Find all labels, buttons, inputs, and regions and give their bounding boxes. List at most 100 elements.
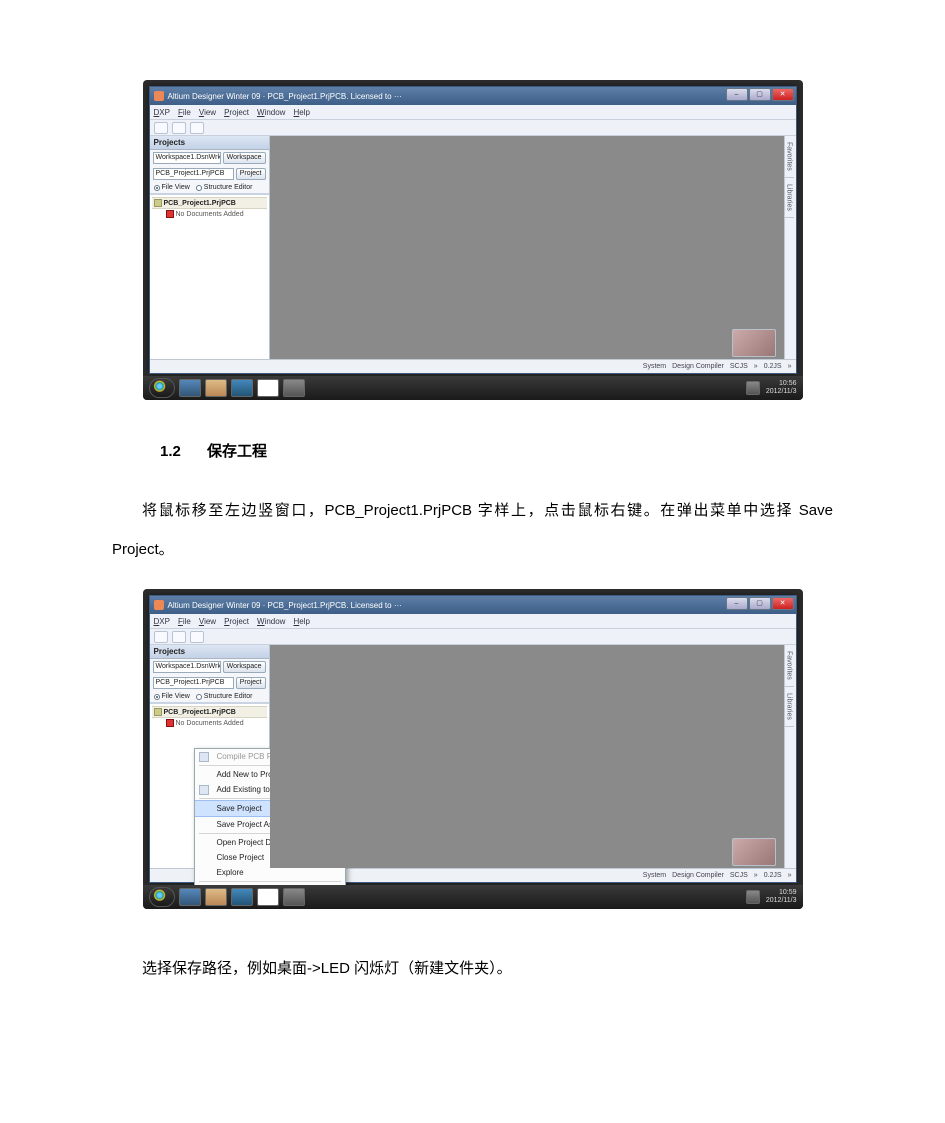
- projects-panel: Projects Workspace1.DsnWrk Workspace PCB…: [150, 645, 270, 868]
- taskbar-app-icon[interactable]: [283, 888, 305, 906]
- project-combo[interactable]: PCB_Project1.PrjPCB: [153, 677, 234, 689]
- close-button[interactable]: ✕: [772, 88, 794, 101]
- toolbar-new-icon[interactable]: [154, 631, 168, 643]
- workspace-button[interactable]: Workspace: [223, 152, 266, 164]
- view-radio-group: File View Structure Editor: [150, 691, 269, 703]
- radio-structure-editor[interactable]: Structure Editor: [196, 184, 253, 191]
- start-button[interactable]: [149, 378, 175, 398]
- taskbar-clock[interactable]: 10:56 2012/11/3: [766, 380, 797, 396]
- radio-structure-editor[interactable]: Structure Editor: [196, 693, 253, 700]
- window-title: Altium Designer Winter 09 · PCB_Project1…: [168, 601, 402, 610]
- app-icon: [154, 91, 164, 101]
- start-button[interactable]: [149, 887, 175, 907]
- taskbar-ie-icon[interactable]: [179, 888, 201, 906]
- toolbar-new-icon[interactable]: [154, 122, 168, 134]
- tree-child: No Documents Added: [152, 718, 267, 728]
- maximize-button[interactable]: ▢: [749, 597, 771, 610]
- view-radio-group: File View Structure Editor: [150, 182, 269, 194]
- toolbar: [150, 629, 796, 645]
- workspace-button[interactable]: Workspace: [223, 661, 266, 673]
- screenshot-2: Altium Designer Winter 09 · PCB_Project1…: [143, 589, 803, 909]
- menu-view[interactable]: View: [199, 617, 216, 626]
- tree-child: No Documents Added: [152, 209, 267, 219]
- menu-help[interactable]: Help: [293, 617, 309, 626]
- taskbar-app-icon[interactable]: [283, 379, 305, 397]
- taskbar-explorer-icon[interactable]: [205, 888, 227, 906]
- vtab-libraries[interactable]: Libraries: [785, 178, 794, 218]
- project-combo[interactable]: PCB_Project1.PrjPCB: [153, 168, 234, 180]
- project-button[interactable]: Project: [236, 677, 266, 689]
- close-button[interactable]: ✕: [772, 597, 794, 610]
- taskbar-qq-icon[interactable]: [257, 379, 279, 397]
- status-scjs[interactable]: SCJS: [730, 363, 748, 370]
- workspace-combo[interactable]: Workspace1.DsnWrk: [153, 152, 221, 164]
- status-design-compiler[interactable]: Design Compiler: [672, 872, 724, 879]
- radio-file-view[interactable]: File View: [154, 184, 190, 191]
- vtab-favorites[interactable]: Favorites: [785, 136, 794, 178]
- canvas-area: [270, 645, 796, 868]
- toolbar-save-icon[interactable]: [190, 631, 204, 643]
- menu-project[interactable]: Project: [224, 617, 249, 626]
- app-window: Altium Designer Winter 09 · PCB_Project1…: [149, 86, 797, 374]
- paragraph-1: 将鼠标移至左边竖窗口，PCB_Project1.PrjPCB 字样上，点击鼠标右…: [112, 491, 833, 569]
- window-buttons: – ▢ ✕: [726, 88, 794, 101]
- panel-title: Projects: [150, 136, 269, 150]
- taskbar-clock[interactable]: 10:59 2012/11/3: [766, 889, 797, 905]
- project-tree: PCB_Project1.PrjPCB No Documents Added: [150, 194, 269, 359]
- preview-thumb: [732, 838, 776, 866]
- toolbar-open-icon[interactable]: [172, 122, 186, 134]
- minimize-button[interactable]: –: [726, 597, 748, 610]
- heading-text: 保存工程: [207, 443, 267, 460]
- titlebar: Altium Designer Winter 09 · PCB_Project1…: [150, 596, 796, 614]
- maximize-button[interactable]: ▢: [749, 88, 771, 101]
- canvas-area: [270, 136, 796, 359]
- status-scjs[interactable]: SCJS: [730, 872, 748, 879]
- minimize-button[interactable]: –: [726, 88, 748, 101]
- menu-file[interactable]: File: [178, 617, 191, 626]
- app-icon: [154, 600, 164, 610]
- menu-bar: DXP File View Project Window Help: [150, 105, 796, 120]
- menu-view[interactable]: View: [199, 108, 216, 117]
- panel-title: Projects: [150, 645, 269, 659]
- status-bar: System Design Compiler SCJS » 0.2JS »: [150, 359, 796, 373]
- status-02js[interactable]: 0.2JS: [764, 872, 782, 879]
- menu-window[interactable]: Window: [257, 617, 285, 626]
- toolbar-open-icon[interactable]: [172, 631, 186, 643]
- app-window: Altium Designer Winter 09 · PCB_Project1…: [149, 595, 797, 883]
- vtab-libraries[interactable]: Libraries: [785, 687, 794, 727]
- status-design-compiler[interactable]: Design Compiler: [672, 363, 724, 370]
- workspace-combo[interactable]: Workspace1.DsnWrk: [153, 661, 221, 673]
- no-docs-icon: [166, 210, 174, 218]
- tree-root[interactable]: PCB_Project1.PrjPCB: [152, 197, 267, 209]
- preview-thumb: [732, 329, 776, 357]
- taskbar-qq-icon[interactable]: [257, 888, 279, 906]
- system-tray: 10:59 2012/11/3: [746, 889, 797, 905]
- menu-project[interactable]: Project: [224, 108, 249, 117]
- menu-help[interactable]: Help: [293, 108, 309, 117]
- system-tray: 10:56 2012/11/3: [746, 380, 797, 396]
- project-tree: PCB_Project1.PrjPCB No Documents Added C…: [150, 703, 269, 868]
- menu-dxp[interactable]: DXP: [154, 108, 170, 117]
- taskbar: 10:56 2012/11/3: [143, 376, 803, 400]
- taskbar-word-icon[interactable]: [231, 888, 253, 906]
- status-02js[interactable]: 0.2JS: [764, 363, 782, 370]
- tray-icon[interactable]: [746, 890, 760, 904]
- no-docs-icon: [166, 719, 174, 727]
- status-system[interactable]: System: [643, 363, 666, 370]
- tray-icon[interactable]: [746, 381, 760, 395]
- radio-file-view[interactable]: File View: [154, 693, 190, 700]
- menu-dxp[interactable]: DXP: [154, 617, 170, 626]
- taskbar-word-icon[interactable]: [231, 379, 253, 397]
- taskbar-explorer-icon[interactable]: [205, 379, 227, 397]
- section-heading: 1.2 保存工程: [160, 440, 845, 461]
- status-system[interactable]: System: [643, 872, 666, 879]
- tree-root[interactable]: PCB_Project1.PrjPCB: [152, 706, 267, 718]
- menu-window[interactable]: Window: [257, 108, 285, 117]
- menu-file[interactable]: File: [178, 108, 191, 117]
- project-button[interactable]: Project: [236, 168, 266, 180]
- vtab-favorites[interactable]: Favorites: [785, 645, 794, 687]
- menu-bar: DXP File View Project Window Help: [150, 614, 796, 629]
- toolbar-save-icon[interactable]: [190, 122, 204, 134]
- toolbar: [150, 120, 796, 136]
- taskbar-ie-icon[interactable]: [179, 379, 201, 397]
